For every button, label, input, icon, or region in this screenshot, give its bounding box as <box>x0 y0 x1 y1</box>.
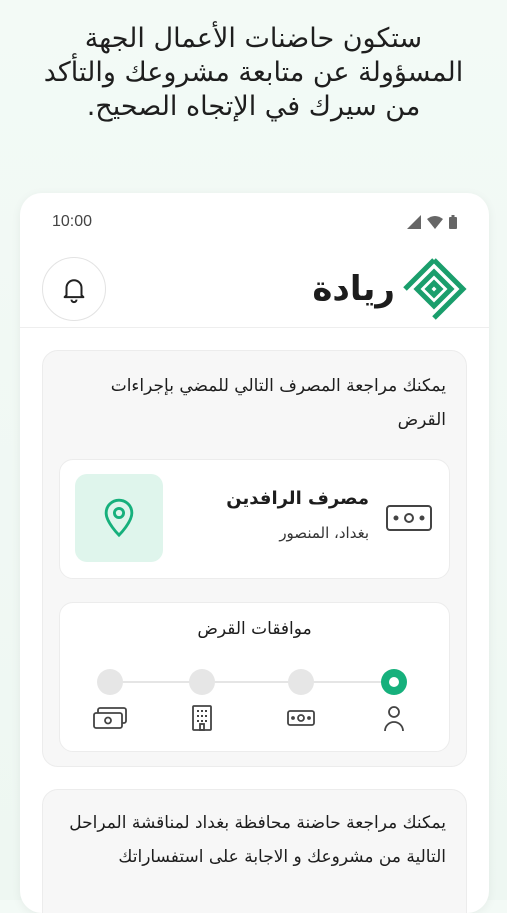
cash-icon <box>386 505 432 531</box>
step-dot-3 <box>189 669 215 695</box>
status-icons <box>407 215 457 229</box>
wifi-icon <box>427 216 443 229</box>
signal-icon <box>407 215 421 229</box>
logo-mark-icon <box>403 258 467 320</box>
building-icon <box>184 703 220 733</box>
progress-track <box>110 681 391 683</box>
bank-card-intro: يمكنك مراجعة المصرف التالي للمضي بإجراءا… <box>110 376 446 430</box>
incubator-card: يمكنك مراجعة حاضنة محافظة بغداد لمناقشة … <box>42 789 467 913</box>
location-button[interactable] <box>75 474 163 562</box>
status-time: 10:00 <box>52 213 93 230</box>
loan-approvals-title: موافقات القرض <box>197 619 312 639</box>
bell-icon <box>63 279 85 304</box>
phone-screen: 10:00 ريادة يمكنك مراجعة المصرف التالي ل… <box>20 193 489 913</box>
bank-info[interactable]: مصرف الرافدين بغداد، المنصور <box>59 459 450 579</box>
cash-icon <box>283 703 319 733</box>
app-bar: ريادة <box>20 251 489 328</box>
promo-headline: ستكون حاضنات الأعمال الجهة المسؤولة عن م… <box>43 23 464 122</box>
step-dot-2 <box>288 669 314 695</box>
incubator-card-text: يمكنك مراجعة حاضنة محافظة بغداد لمناقشة … <box>69 813 446 867</box>
bank-card: يمكنك مراجعة المصرف التالي للمضي بإجراءا… <box>42 350 467 767</box>
bank-location: بغداد، المنصور <box>279 524 369 542</box>
bank-name: مصرف الرافدين <box>226 488 369 509</box>
step-dot-4 <box>97 669 123 695</box>
battery-icon <box>449 215 457 229</box>
notifications-button[interactable] <box>42 257 106 321</box>
loan-approvals: موافقات القرض <box>59 602 450 752</box>
location-pin-icon <box>104 498 134 538</box>
step-dot-1 <box>381 669 407 695</box>
person-icon <box>376 703 412 733</box>
logo-text: ريادة <box>312 269 395 309</box>
status-bar: 10:00 <box>20 193 489 251</box>
money-stack-icon <box>92 703 128 733</box>
app-logo: ريادة <box>275 251 467 327</box>
